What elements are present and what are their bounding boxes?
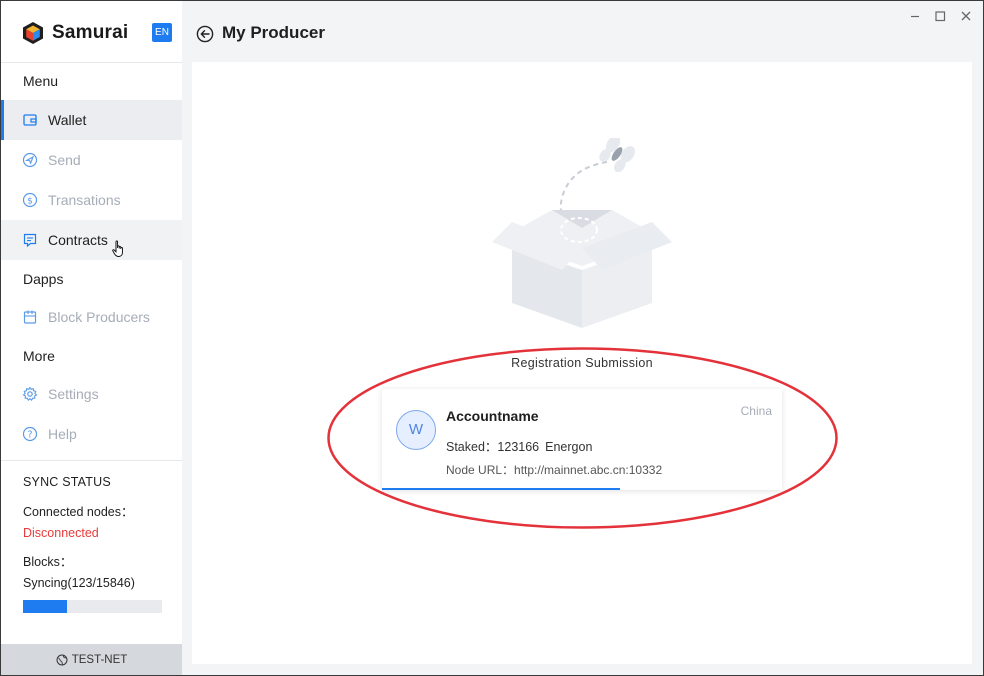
staked-value: Staked：123166 Energon xyxy=(446,436,598,455)
close-icon[interactable] xyxy=(959,9,973,23)
dollar-icon: $ xyxy=(22,192,38,208)
sidebar-item-label: Send xyxy=(48,152,81,168)
sidebar-item-label: Block Producers xyxy=(48,309,150,325)
sidebar-item-send[interactable]: Send xyxy=(1,140,182,180)
header: My Producer xyxy=(182,1,983,61)
svg-text:$: $ xyxy=(27,197,33,207)
staked-amount: Staked：123166 xyxy=(446,440,540,454)
sidebar-item-label: Transations xyxy=(48,192,121,208)
sidebar-item-settings[interactable]: Settings xyxy=(1,374,182,414)
gear-icon xyxy=(22,386,38,401)
minimize-icon[interactable] xyxy=(908,9,922,23)
hand-cursor-icon xyxy=(112,240,123,257)
main-panel: Registration Submission W Accountname Ch… xyxy=(192,62,972,664)
region-label: China xyxy=(740,404,772,418)
sync-status-title: SYNC STATUS xyxy=(23,475,111,489)
network-indicator[interactable]: TEST-NET xyxy=(1,644,182,675)
sidebar-item-label: Contracts xyxy=(48,232,108,248)
connection-status: Disconnected xyxy=(23,526,99,540)
sidebar-item-label: Help xyxy=(48,426,77,442)
wallet-icon xyxy=(23,114,37,126)
dapps-section-title: Dapps xyxy=(23,271,64,287)
sidebar-item-label: Settings xyxy=(48,386,99,402)
sync-progress-fill xyxy=(23,600,68,613)
sidebar-item-transactions[interactable]: $ Transations xyxy=(1,180,182,220)
node-url: Node URL：http://mainnet.abc.cn:10332 xyxy=(446,463,663,477)
staked-unit: Energon xyxy=(545,440,593,454)
sidebar-item-block-producers[interactable]: Block Producers xyxy=(1,297,182,337)
sidebar-item-contracts[interactable]: Contracts xyxy=(1,220,182,260)
contract-icon xyxy=(23,233,37,248)
network-label: TEST-NET xyxy=(71,653,128,666)
sync-progress-bar xyxy=(23,600,162,613)
svg-text:?: ? xyxy=(27,430,32,441)
producer-card[interactable]: W Accountname China Staked：123166 Energon… xyxy=(382,389,782,490)
app-window: Samurai EN Menu Wallet Send $ Transation… xyxy=(1,1,983,675)
page-title: My Producer xyxy=(222,23,325,42)
more-section-title: More xyxy=(23,348,55,364)
block-producers-icon xyxy=(23,310,37,324)
app-name: Samurai xyxy=(52,22,129,43)
menu-section-title: Menu xyxy=(23,73,59,89)
blocks-sync-value: Syncing(123/15846) xyxy=(23,576,135,590)
globe-icon xyxy=(56,654,68,665)
blocks-label: Blocks： xyxy=(23,555,73,569)
connected-nodes-label: Connected nodes： xyxy=(23,505,134,519)
maximize-icon[interactable] xyxy=(933,9,947,23)
sidebar-item-help[interactable]: ? Help xyxy=(1,414,182,454)
samurai-logo-icon xyxy=(23,22,43,44)
divider xyxy=(1,62,182,63)
back-arrow-icon[interactable] xyxy=(196,25,214,43)
avatar: W xyxy=(396,410,436,450)
card-accent-bar xyxy=(382,488,620,490)
help-icon: ? xyxy=(22,426,38,442)
sidebar: Samurai EN Menu Wallet Send $ Transation… xyxy=(1,1,182,675)
divider xyxy=(1,460,182,461)
empty-box-illustration xyxy=(492,138,672,328)
sidebar-item-label: Wallet xyxy=(48,112,87,128)
brand: Samurai xyxy=(21,20,128,46)
registration-submission-title: Registration Submission xyxy=(511,356,653,370)
sidebar-item-wallet[interactable]: Wallet xyxy=(1,100,182,140)
send-icon xyxy=(22,152,38,168)
language-button[interactable]: EN xyxy=(152,23,172,42)
account-name: Accountname xyxy=(446,408,539,424)
